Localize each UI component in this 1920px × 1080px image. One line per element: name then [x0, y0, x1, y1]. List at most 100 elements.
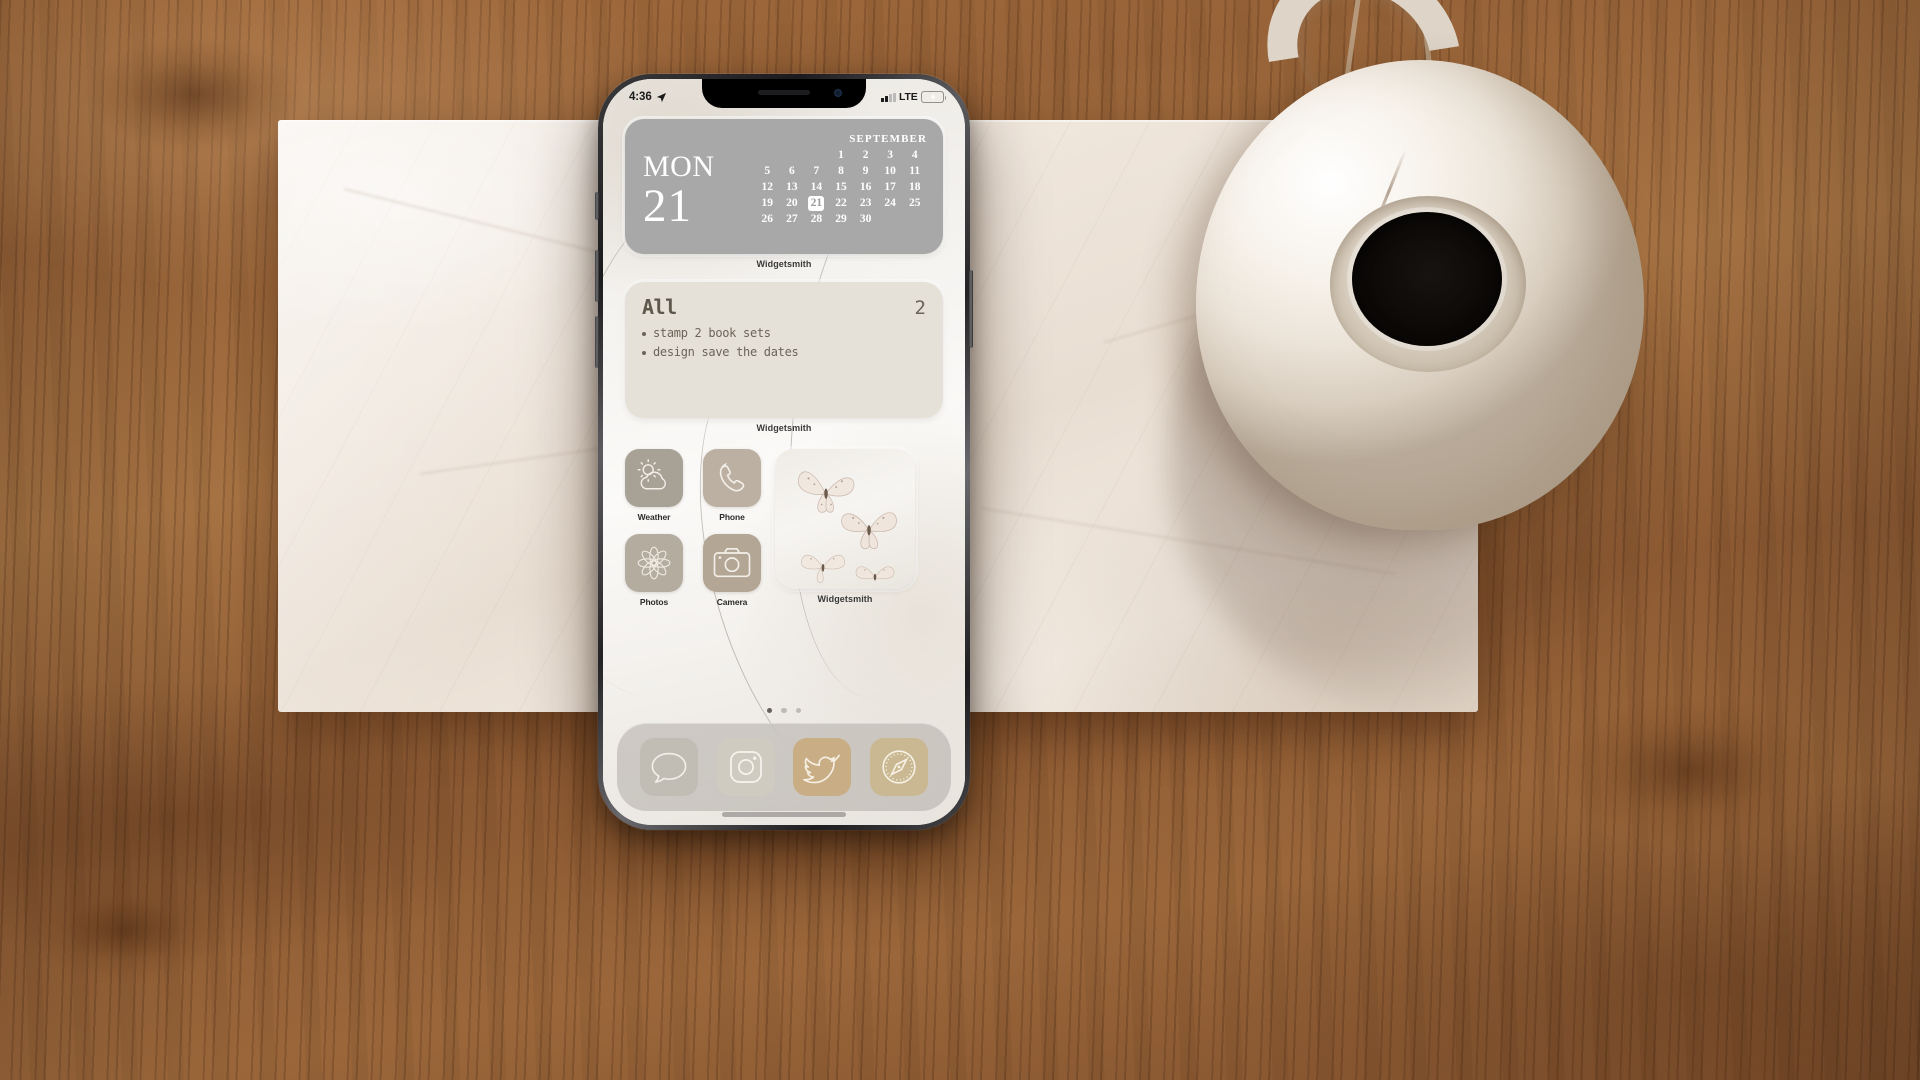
- widget-app-label: Widgetsmith: [817, 594, 873, 604]
- reminders-count: 2: [914, 297, 926, 319]
- calendar-month-label: SEPTEMBER: [849, 133, 927, 145]
- page-dot[interactable]: [795, 707, 802, 713]
- app-weather[interactable]: Weather: [625, 449, 683, 522]
- phone-screen: 4:36 LTE MON 21 SEPTEMBER 1 2 3 4 5 6 7 …: [603, 79, 965, 825]
- calendar-day-cell: 30: [859, 213, 872, 225]
- scene-root: 4:36 LTE MON 21 SEPTEMBER 1 2 3 4 5 6 7 …: [0, 0, 1920, 1080]
- reminders-widget[interactable]: All 2 stamp 2 book sets design save the d…: [625, 282, 943, 418]
- app-label: Phone: [719, 512, 745, 522]
- calendar-day-cell: 7: [813, 165, 820, 177]
- reminder-text: stamp 2 book sets: [653, 326, 771, 340]
- calendar-day-cell: 23: [859, 197, 872, 209]
- status-bar-right: LTE: [881, 91, 947, 103]
- calendar-today-cell: 21: [808, 196, 825, 211]
- calendar-day-of-week: MON: [643, 150, 715, 184]
- calendar-day-cell: 20: [786, 197, 798, 209]
- volume-down-button[interactable]: [595, 316, 599, 368]
- photo-widget[interactable]: [775, 449, 915, 589]
- cellular-signal-icon: [881, 92, 896, 102]
- calendar-day-number: 21: [643, 179, 692, 232]
- dock: [617, 723, 951, 811]
- calendar-day-cell: 1: [838, 149, 844, 161]
- reminders-list: stamp 2 book sets design save the dates: [642, 324, 926, 363]
- calendar-day-cell: 25: [908, 197, 921, 209]
- widget-app-label: Widgetsmith: [756, 423, 812, 433]
- apps-and-photo-row: Weather Phone Photos Camera Widgetsmith: [625, 449, 943, 607]
- butterfly-icon: [801, 554, 845, 583]
- app-camera[interactable]: Camera: [703, 534, 761, 607]
- reminders-widget-block: All 2 stamp 2 book sets design save the d…: [625, 282, 943, 433]
- calendar-day-cell: 16: [859, 181, 872, 193]
- photo-widget-block: Widgetsmith: [775, 449, 915, 604]
- calendar-day-cell: 10: [884, 165, 896, 177]
- message-bubble-icon[interactable]: [640, 738, 699, 796]
- calendar-day-cell: 29: [835, 213, 847, 225]
- twitter-bird-icon[interactable]: [793, 738, 852, 796]
- battery-charging-icon: [921, 91, 947, 103]
- reminder-bullet-icon: [642, 331, 646, 336]
- calendar-day-cell: 27: [786, 213, 798, 225]
- calendar-date-block: MON 21: [643, 133, 715, 244]
- calendar-day-cell: 18: [908, 181, 921, 193]
- home-screen: MON 21 SEPTEMBER 00012345678910111213141…: [603, 79, 965, 825]
- app-label: Camera: [716, 597, 748, 607]
- calendar-day-cell: 28: [810, 213, 823, 225]
- calendar-day-cell: 19: [761, 197, 774, 209]
- app-label: Weather: [637, 512, 671, 522]
- calendar-day-cell: 4: [911, 149, 918, 161]
- wood-knot: [90, 40, 300, 150]
- calendar-day-cell: 13: [786, 181, 798, 193]
- status-bar-left: 4:36: [629, 91, 667, 103]
- reminders-title: All: [642, 295, 677, 319]
- wood-knot: [30, 880, 220, 980]
- power-button[interactable]: [969, 270, 973, 348]
- phone-handset-icon[interactable]: [703, 449, 761, 507]
- calendar-day-cell: 11: [909, 165, 921, 177]
- charging-bolt-icon: [930, 93, 935, 101]
- safari-compass-icon[interactable]: [869, 738, 928, 796]
- page-dot[interactable]: [766, 707, 773, 713]
- front-camera: [834, 89, 842, 97]
- page-indicator-dots[interactable]: [625, 707, 943, 713]
- calendar-day-cell: 9: [862, 165, 869, 177]
- photos-flower-icon[interactable]: [625, 534, 683, 592]
- home-indicator[interactable]: [722, 812, 846, 817]
- status-time: 4:36: [629, 91, 652, 103]
- weather-sun-cloud-icon[interactable]: [625, 449, 683, 507]
- calendar-month-block: SEPTEMBER 000123456789101112131415161718…: [721, 133, 927, 244]
- earpiece-speaker: [758, 90, 810, 95]
- app-phone[interactable]: Phone: [703, 449, 761, 522]
- reminder-bullet-icon: [642, 351, 646, 356]
- app-photos[interactable]: Photos: [625, 534, 683, 607]
- widget-app-label: Widgetsmith: [756, 259, 812, 269]
- calendar-day-cell: 15: [835, 181, 847, 193]
- iphone-device: 4:36 LTE MON 21 SEPTEMBER 1 2 3 4 5 6 7 …: [595, 74, 973, 830]
- camera-icon[interactable]: [703, 534, 761, 592]
- calendar-day-cell: 26: [761, 213, 774, 225]
- calendar-day-cell: 5: [764, 165, 771, 177]
- page-dot[interactable]: [781, 707, 787, 713]
- calendar-day-cell: 6: [788, 165, 795, 177]
- calendar-day-cell: 17: [884, 181, 896, 193]
- reminders-header: All 2: [642, 295, 926, 319]
- instagram-camera-icon[interactable]: [716, 738, 775, 796]
- calendar-day-cell: 2: [862, 149, 869, 161]
- calendar-day-cell: 14: [810, 181, 823, 193]
- app-label: Photos: [639, 597, 669, 607]
- calendar-widget[interactable]: MON 21 SEPTEMBER 00012345678910111213141…: [625, 119, 943, 254]
- app-grid: Weather Phone Photos Camera: [625, 449, 761, 607]
- calendar-day-cell: 8: [838, 165, 844, 177]
- network-label: LTE: [899, 91, 918, 103]
- reminder-item[interactable]: stamp 2 book sets: [642, 324, 926, 343]
- notch: [702, 79, 866, 108]
- butterfly-icon: [855, 566, 895, 581]
- calendar-day-cell: 3: [887, 149, 893, 161]
- calendar-day-cell: 22: [835, 197, 847, 209]
- reminder-item[interactable]: design save the dates: [642, 343, 926, 362]
- volume-up-button[interactable]: [595, 250, 599, 302]
- location-arrow-icon: [656, 92, 666, 102]
- teapot-opening: [1352, 212, 1502, 346]
- calendar-widget-block: MON 21 SEPTEMBER 00012345678910111213141…: [625, 119, 943, 269]
- calendar-day-grid: 0001234567891011121314151617181920212223…: [755, 148, 927, 227]
- mute-switch[interactable]: [595, 192, 599, 220]
